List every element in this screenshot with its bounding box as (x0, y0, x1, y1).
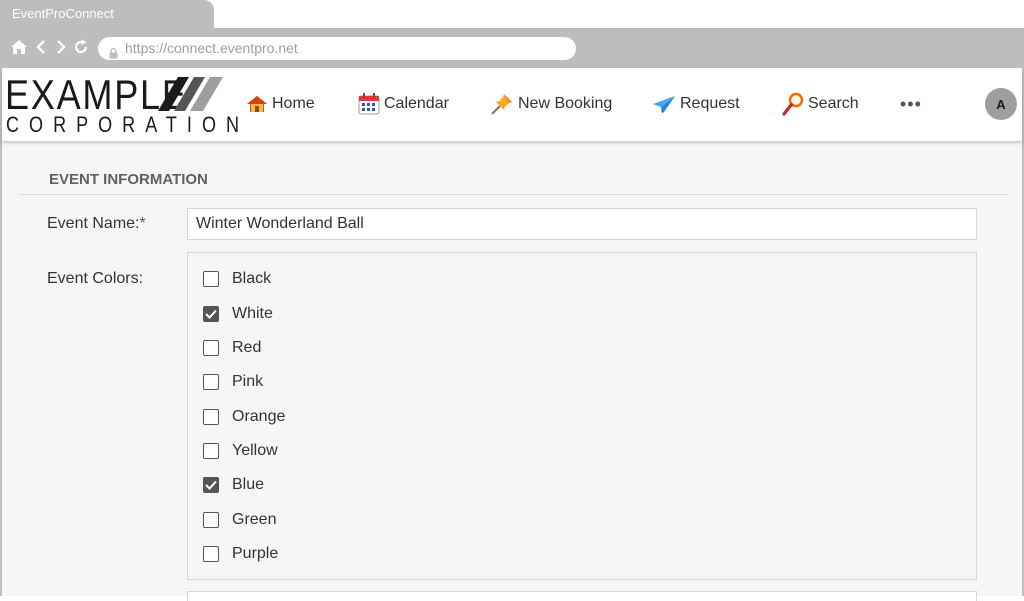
url-text: https://connect.eventpro.net (125, 40, 298, 56)
checkbox[interactable] (203, 477, 219, 493)
color-option-green[interactable]: Green (203, 510, 276, 530)
event-colors-label: Event Colors: (47, 270, 144, 287)
logo-stripes-icon (158, 77, 223, 111)
required-marker: * (139, 215, 146, 232)
checkbox-label: Black (232, 270, 272, 287)
event-name-label: Event Name:* (47, 215, 146, 232)
checkbox[interactable] (203, 409, 219, 425)
checkbox-label: White (232, 305, 273, 322)
app-window: EXAMPLE CORPORATION Home Calendar New Bo… (0, 68, 1024, 601)
home-icon[interactable] (10, 38, 30, 58)
checkbox-label: Blue (232, 476, 265, 493)
color-option-purple[interactable]: Purple (203, 544, 278, 564)
nav-search[interactable]: Search (782, 90, 859, 118)
color-option-black[interactable]: Black (203, 269, 271, 289)
address-bar[interactable]: https://connect.eventpro.net (98, 37, 576, 60)
checkmark-icon (205, 309, 217, 319)
paper-plane-icon (653, 96, 675, 113)
color-option-blue[interactable]: Blue (203, 475, 264, 495)
checkbox[interactable] (203, 340, 219, 356)
checkbox[interactable] (203, 546, 219, 562)
nav-new-booking-label: New Booking (518, 95, 613, 112)
checkbox[interactable] (203, 512, 219, 528)
checkbox-label: Orange (232, 408, 286, 425)
back-icon[interactable] (35, 38, 55, 58)
color-option-white[interactable]: White (203, 304, 273, 324)
color-option-red[interactable]: Red (203, 338, 261, 358)
color-option-orange[interactable]: Orange (203, 407, 285, 427)
pushpin-icon (491, 94, 512, 115)
checkbox-label: Purple (232, 545, 279, 562)
nav-home[interactable]: Home (246, 90, 315, 118)
checkbox-label: Red (232, 339, 262, 356)
event-colors-group: Black White Red Pink Orange Yellow Blue Green Pu… (187, 252, 977, 580)
nav-home-label: Home (272, 95, 315, 112)
section-divider (18, 194, 1008, 195)
section-title: EVENT INFORMATION (49, 171, 208, 188)
nav-new-booking[interactable]: New Booking (490, 90, 612, 118)
checkbox[interactable] (203, 271, 219, 287)
checkbox[interactable] (203, 306, 219, 322)
browser-tab[interactable]: EventProConnect (0, 0, 214, 28)
company-logo[interactable]: EXAMPLE CORPORATION (4, 74, 239, 138)
magnifier-icon (782, 92, 804, 116)
color-option-yellow[interactable]: Yellow (203, 441, 278, 461)
checkbox-label: Pink (232, 373, 264, 390)
checkbox[interactable] (203, 443, 219, 459)
top-navigation: EXAMPLE CORPORATION Home Calendar New Bo… (2, 68, 1022, 141)
event-name-input[interactable]: Winter Wonderland Ball (187, 208, 977, 240)
nav-calendar[interactable]: Calendar (358, 90, 449, 118)
reload-icon[interactable] (73, 38, 93, 58)
calendar-icon (358, 93, 380, 115)
color-option-pink[interactable]: Pink (203, 372, 263, 392)
browser-tab-bar: EventProConnect (0, 0, 1024, 28)
logo-line-2: CORPORATION (6, 112, 250, 137)
checkbox-label: Green (232, 511, 277, 528)
forward-icon[interactable] (55, 38, 75, 58)
nav-request[interactable]: Request (652, 90, 740, 118)
checkbox[interactable] (203, 374, 219, 390)
lock-icon (109, 43, 118, 66)
nav-request-label: Request (680, 95, 740, 112)
more-menu-icon[interactable]: ••• (900, 94, 922, 115)
nav-calendar-label: Calendar (384, 95, 449, 112)
checkbox-label: Yellow (232, 442, 278, 459)
next-form-field[interactable] (187, 591, 977, 601)
checkmark-icon (205, 480, 217, 490)
nav-search-label: Search (808, 95, 859, 112)
house-icon (247, 96, 267, 112)
browser-toolbar: https://connect.eventpro.net (0, 28, 1024, 68)
user-avatar[interactable]: A (985, 88, 1017, 120)
